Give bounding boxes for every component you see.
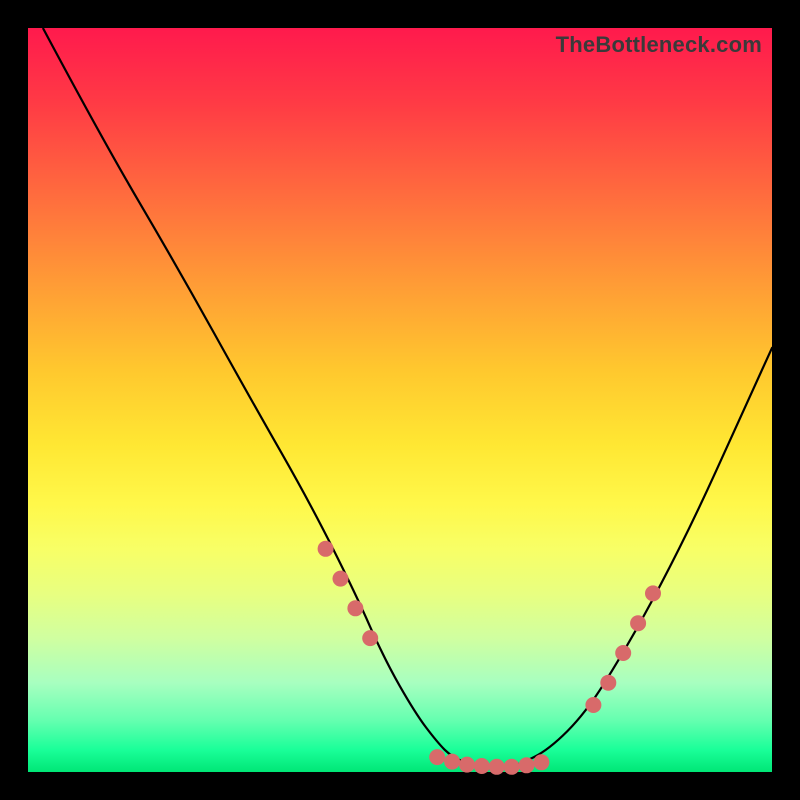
curve-marker	[444, 754, 460, 770]
curve-marker	[533, 754, 549, 770]
curve-marker	[630, 615, 646, 631]
curve-marker	[362, 630, 378, 646]
curve-marker	[347, 600, 363, 616]
curve-marker	[474, 758, 490, 774]
curve-marker	[585, 697, 601, 713]
curve-marker	[615, 645, 631, 661]
curve-layer	[28, 28, 772, 772]
plot-area: TheBottleneck.com	[28, 28, 772, 772]
bottleneck-curve	[43, 28, 772, 768]
marker-group	[318, 541, 661, 775]
curve-marker	[429, 749, 445, 765]
chart-stage: TheBottleneck.com	[0, 0, 800, 800]
curve-marker	[600, 675, 616, 691]
curve-marker	[333, 571, 349, 587]
curve-marker	[489, 759, 505, 775]
curve-marker	[645, 585, 661, 601]
curve-marker	[519, 757, 535, 773]
curve-marker	[318, 541, 334, 557]
curve-marker	[504, 759, 520, 775]
curve-marker	[459, 757, 475, 773]
